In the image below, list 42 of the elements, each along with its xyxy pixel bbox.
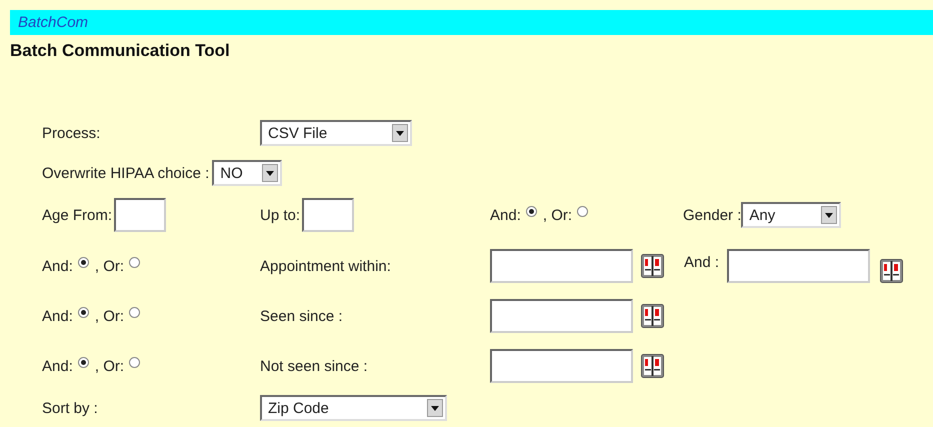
field-label: Overwrite HIPAA choice :	[42, 164, 210, 182]
radio-button[interactable]	[78, 256, 89, 268]
input-field[interactable]	[114, 198, 166, 232]
radio-button[interactable]	[129, 256, 140, 268]
calendar-button[interactable]	[641, 354, 664, 378]
field-label: And :	[684, 254, 720, 270]
date-field[interactable]	[490, 349, 633, 383]
field-label: Up to:	[260, 206, 300, 224]
date-field[interactable]	[727, 249, 870, 283]
field-label: Sort by :	[42, 400, 99, 416]
field-label: Appointment within:	[260, 258, 391, 274]
calendar-button[interactable]	[641, 254, 664, 278]
app-name: BatchCom	[18, 14, 88, 31]
field-label: Age From:	[42, 206, 112, 224]
field-label: Gender :	[683, 206, 742, 224]
radio-label: , Or:	[94, 258, 124, 274]
radio-label: , Or:	[94, 358, 124, 374]
field-label: Not seen since :	[260, 358, 368, 374]
radio-label: And:	[42, 308, 73, 324]
radio-button[interactable]	[526, 206, 537, 216]
radio-label: , Or:	[542, 206, 572, 224]
radio-button[interactable]	[78, 356, 89, 368]
process-dropdown[interactable]: CSV File	[260, 120, 412, 146]
radio-button[interactable]	[78, 306, 89, 318]
gender-dropdown[interactable]: Any	[741, 202, 842, 228]
radio-label: , Or:	[94, 308, 124, 324]
field-label: Process:	[42, 124, 102, 142]
date-field[interactable]	[490, 299, 633, 333]
calendar-button[interactable]	[641, 304, 664, 328]
sort-dropdown[interactable]: Zip Code	[260, 395, 447, 421]
page-title: Batch Communication Tool	[10, 41, 231, 61]
radio-button[interactable]	[129, 356, 140, 368]
radio-label: And:	[42, 358, 73, 374]
radio-label: And:	[490, 206, 521, 224]
radio-button[interactable]	[577, 206, 588, 216]
calendar-button[interactable]	[880, 259, 904, 283]
field-label: Seen since :	[260, 308, 343, 324]
input-field[interactable]	[302, 198, 354, 232]
hipaa-dropdown[interactable]: NO	[212, 160, 282, 186]
date-field[interactable]	[490, 249, 633, 283]
radio-label: And:	[42, 258, 73, 274]
radio-button[interactable]	[129, 306, 140, 318]
